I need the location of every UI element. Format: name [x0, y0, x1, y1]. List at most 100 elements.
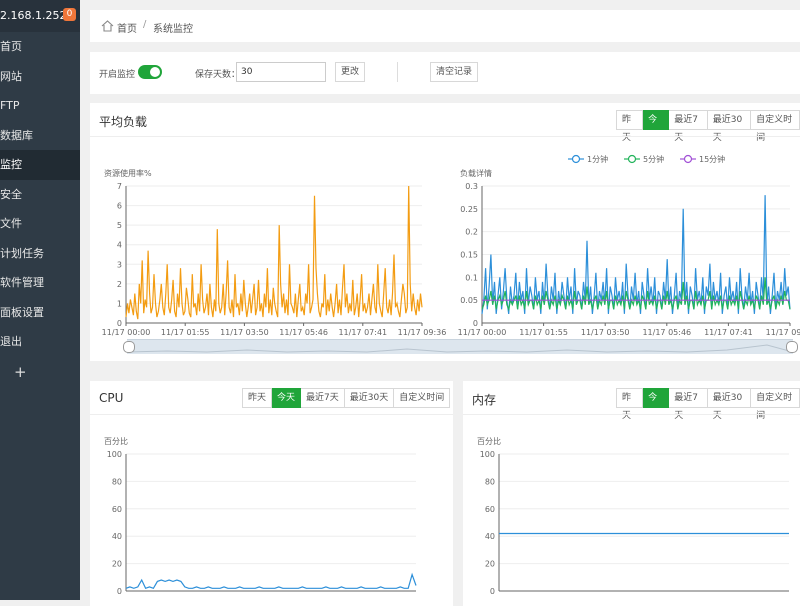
home-icon[interactable]	[101, 20, 114, 32]
range-button[interactable]: 自定义时间	[751, 110, 800, 143]
range-button[interactable]: 最近7天	[669, 388, 708, 421]
save-days-input[interactable]: 30	[236, 62, 326, 82]
x-tick-label: 11/17 00:00	[458, 328, 507, 337]
range-button[interactable]: 昨天	[616, 110, 644, 143]
x-tick-label: 11/17 05:46	[279, 328, 328, 337]
y-axis-title: 负载详情	[460, 168, 492, 178]
range-button[interactable]: 最近7天	[669, 110, 708, 143]
range-button[interactable]: 最近30天	[707, 388, 752, 421]
notification-badge[interactable]: 0	[63, 8, 76, 21]
sidebar-item[interactable]: 网站	[0, 62, 80, 92]
y-tick-label: 80	[112, 477, 122, 486]
x-tick-label: 11/17 07:41	[704, 328, 753, 337]
memory-range-selector: 昨天 今天 最近7天 最近30天 自定义时间	[616, 388, 800, 421]
legend-label: 5分钟	[643, 154, 664, 164]
slider-handle-left[interactable]	[123, 341, 135, 353]
load-panel-title: 平均负载	[99, 115, 148, 129]
series-line	[125, 572, 417, 590]
cpu-chart: 百分比 0 20 40 60 80 100	[104, 436, 417, 596]
server-header: 2.168.1.252 0	[0, 0, 80, 32]
divider	[397, 62, 398, 82]
breadcrumb-separator: /	[143, 19, 147, 30]
sidebar-item[interactable]: FTP	[0, 91, 80, 121]
slider-handle-right[interactable]	[786, 341, 798, 353]
load-detail-chart: 负载详情 0 0.05 0.1 0.15 0.2 0.25 0.3 11/17 00:00 11/…	[458, 154, 800, 337]
toggle-knob	[150, 67, 160, 77]
clear-records-button[interactable]: 清空记录	[430, 62, 479, 82]
y-tick-label: 7	[117, 182, 122, 191]
range-button[interactable]: 今天	[643, 388, 670, 421]
range-button[interactable]: 昨天	[242, 388, 273, 408]
sidebar-item[interactable]: 首页	[0, 32, 80, 62]
range-button[interactable]: 今天	[643, 110, 670, 143]
sidebar-item[interactable]: 退出	[0, 327, 80, 357]
monitor-label: 开启监控	[99, 70, 136, 80]
y-tick-label: 5	[117, 221, 122, 230]
legend-marker	[627, 154, 637, 164]
y-tick-label: 40	[112, 532, 122, 541]
y-axis-title: 资源使用率%	[104, 168, 152, 178]
legend-marker	[683, 154, 693, 164]
range-button[interactable]: 自定义时间	[751, 388, 800, 421]
sidebar-item[interactable]: 文件	[0, 209, 80, 239]
sidebar: 2.168.1.252 0 首页 网站 FTP 数据库 监控 安全 文件 计划任务 软件管理 面板…	[0, 0, 80, 600]
y-tick-label: 20	[485, 560, 495, 569]
y-tick-label: 0.25	[460, 205, 478, 214]
y-tick-label: 40	[485, 532, 495, 541]
y-tick-label: 0.15	[460, 251, 478, 260]
sidebar-item[interactable]: 面板设置	[0, 298, 80, 328]
cpu-panel: CPU 昨天 今天 最近7天 最近30天 自定义时间 百分比 0 20 40 60 80 100	[90, 381, 453, 606]
y-tick-label: 20	[112, 560, 122, 569]
range-button[interactable]: 今天	[272, 388, 302, 408]
x-tick-label: 11/17 03:50	[581, 328, 630, 337]
save-days-value: 30	[241, 67, 253, 77]
y-tick-label: 80	[485, 477, 495, 486]
x-tick-label: 11/17 09:36	[398, 328, 447, 337]
add-icon[interactable]: +	[0, 357, 80, 387]
memory-chart: 百分比 0 20 40 60 80 100	[477, 436, 789, 596]
x-tick-label: 11/17 01:55	[519, 328, 568, 337]
resource-usage-chart: 资源使用率% 0 1 2 3 4 5 6 7 11/17 00:00 11/17 01:55 11/1…	[102, 168, 447, 337]
memory-panel-title: 内存	[472, 393, 497, 407]
monitor-settings: 开启监控 保存天数： 30 更改 清空记录	[90, 52, 800, 94]
x-tick-label: 11/17 09:36	[766, 328, 800, 337]
x-tick-label: 11/17 07:41	[338, 328, 387, 337]
load-range-selector: 昨天 今天 最近7天 最近30天 自定义时间	[616, 110, 800, 143]
range-button[interactable]: 昨天	[616, 388, 644, 421]
sidebar-item[interactable]: 安全	[0, 180, 80, 210]
save-days-label: 保存天数：	[195, 70, 241, 80]
sidebar-item[interactable]: 数据库	[0, 121, 80, 151]
range-button[interactable]: 自定义时间	[394, 388, 451, 408]
x-tick-label: 11/17 03:50	[220, 328, 269, 337]
sidebar-item[interactable]: 软件管理	[0, 268, 80, 298]
y-tick-label: 100	[107, 450, 122, 459]
change-button[interactable]: 更改	[335, 62, 366, 82]
y-tick-label: 0.2	[465, 228, 478, 237]
y-tick-label: 60	[112, 505, 122, 514]
y-tick-label: 0	[117, 319, 122, 328]
y-tick-label: 6	[117, 202, 122, 211]
legend-label: 15分钟	[699, 154, 725, 164]
y-tick-label: 0.3	[465, 182, 478, 191]
y-tick-label: 0	[473, 319, 478, 328]
cpu-range-selector: 昨天 今天 最近7天 最近30天 自定义时间	[242, 388, 451, 408]
y-axis-title: 百分比	[104, 436, 128, 446]
range-button[interactable]: 最近30天	[707, 110, 752, 143]
breadcrumb-home[interactable]: 首页	[117, 20, 137, 35]
breadcrumb-current: 系统监控	[153, 24, 193, 35]
y-axis-title: 百分比	[477, 436, 501, 446]
server-ip: 2.168.1.252	[0, 9, 67, 22]
x-tick-label: 11/17 05:46	[642, 328, 691, 337]
y-tick-label: 1	[117, 299, 122, 308]
monitor-toggle[interactable]	[138, 65, 162, 79]
range-button[interactable]: 最近7天	[301, 388, 345, 408]
memory-panel: 内存 昨天 今天 最近7天 最近30天 自定义时间 百分比 0 20 40 60 80 100	[463, 381, 800, 606]
load-panel: 平均负载 昨天 今天 最近7天 最近30天 自定义时间 资源使用率% 0 1 2 3 4 5 6 7 11…	[90, 103, 800, 361]
time-range-slider[interactable]	[127, 339, 793, 354]
y-tick-label: 100	[480, 450, 495, 459]
y-tick-label: 4	[117, 241, 122, 250]
range-button[interactable]: 最近30天	[344, 388, 395, 408]
sidebar-item[interactable]: 计划任务	[0, 239, 80, 269]
sidebar-item[interactable]: 监控	[0, 150, 80, 180]
y-tick-label: 0	[117, 587, 122, 596]
